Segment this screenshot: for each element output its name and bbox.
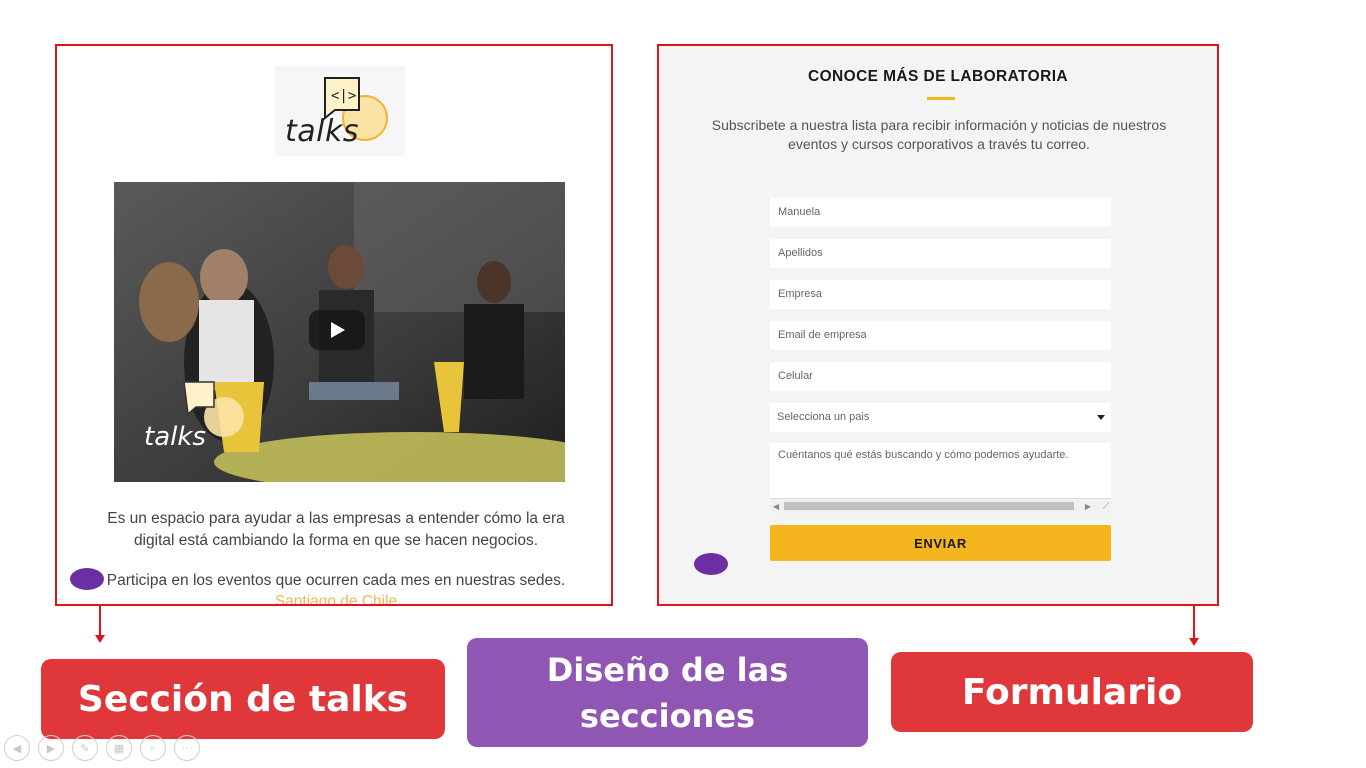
design-label: Diseño de las secciones bbox=[467, 638, 868, 747]
form-arrow-head bbox=[1189, 638, 1199, 646]
slide-toolbar: ◀ ▶ ✎ ▦ ⌕ ··· bbox=[4, 735, 200, 761]
talks-arrow-head bbox=[95, 635, 105, 643]
more-icon[interactable]: ··· bbox=[174, 735, 200, 761]
country-select[interactable]: Selecciona un pais bbox=[770, 403, 1111, 432]
form-label: Formulario bbox=[891, 652, 1253, 732]
country-select-value: Selecciona un pais bbox=[777, 411, 870, 423]
last-name-input[interactable] bbox=[770, 239, 1111, 268]
talks-section-panel: <|> talks talks Es un espacio para ayuda… bbox=[55, 44, 613, 606]
talks-arrow-line bbox=[99, 606, 101, 636]
form-subtitle: Subscribete a nuestra lista para recibir… bbox=[711, 117, 1167, 152]
next-icon[interactable]: ▶ bbox=[38, 735, 64, 761]
form-arrow-line bbox=[1193, 606, 1195, 638]
talks-logo-text: talks bbox=[285, 114, 359, 149]
message-placeholder: Cuéntanos qué estás buscando y cómo pode… bbox=[778, 449, 1069, 461]
purple-marker-dot bbox=[70, 568, 104, 590]
chevron-down-icon bbox=[1097, 415, 1105, 420]
talks-events-text: Participa en los eventos que ocurren cad… bbox=[106, 572, 566, 589]
talks-description: Es un espacio para ayudar a las empresas… bbox=[107, 510, 565, 549]
resize-grip-icon[interactable]: ⟋ bbox=[1103, 501, 1109, 512]
play-button[interactable] bbox=[309, 310, 365, 350]
video-talks-logo-text: talks bbox=[144, 422, 206, 452]
scrollbar-thumb[interactable] bbox=[784, 502, 1074, 510]
zoom-icon[interactable]: ⌕ bbox=[140, 735, 166, 761]
city-link[interactable]: Santiago de Chile bbox=[97, 593, 575, 604]
logo-code-glyph: <|> bbox=[331, 88, 356, 104]
prev-icon[interactable]: ◀ bbox=[4, 735, 30, 761]
talks-video[interactable]: talks bbox=[114, 182, 565, 482]
email-input[interactable] bbox=[770, 321, 1111, 350]
pen-icon[interactable]: ✎ bbox=[72, 735, 98, 761]
purple-marker-dot bbox=[694, 553, 728, 575]
title-underline bbox=[927, 97, 955, 100]
talks-section-label: Sección de talks bbox=[41, 659, 445, 739]
first-name-input[interactable] bbox=[770, 198, 1111, 227]
phone-input[interactable] bbox=[770, 362, 1111, 391]
slides-icon[interactable]: ▦ bbox=[106, 735, 132, 761]
textarea-scrollbar[interactable]: ◀ ▶ ⟋ bbox=[770, 498, 1111, 513]
submit-button[interactable]: ENVIAR bbox=[770, 525, 1111, 561]
form-panel: CONOCE MÁS DE LABORATORIA Subscribete a … bbox=[657, 44, 1219, 606]
scroll-right-icon[interactable]: ▶ bbox=[1085, 502, 1091, 511]
message-textarea[interactable]: Cuéntanos qué estás buscando y cómo pode… bbox=[770, 443, 1111, 513]
scroll-left-icon[interactable]: ◀ bbox=[773, 502, 779, 511]
talks-logo: <|> talks bbox=[275, 66, 405, 156]
company-input[interactable] bbox=[770, 280, 1111, 309]
form-title: CONOCE MÁS DE LABORATORIA bbox=[807, 68, 1068, 85]
